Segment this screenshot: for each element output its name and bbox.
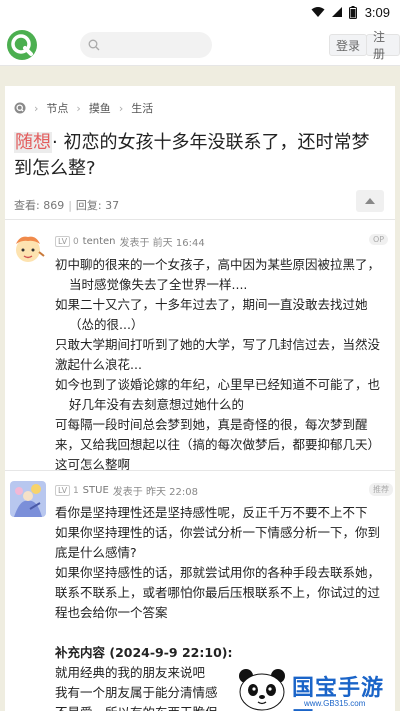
wifi-icon [311, 7, 325, 17]
reply-line: 底是什么感情? [55, 545, 137, 560]
scroll-top-button[interactable] [356, 190, 384, 212]
reply-line: 当时感觉像失去了全世界一样.... [69, 277, 248, 292]
supplement-title: 补充内容 (2024-9-9 22:10): [55, 645, 233, 660]
register-button[interactable]: 注册 [366, 30, 400, 61]
reply-line: 来，又给我回想起以往（搞的每次做梦后，都要抑郁几天） [55, 437, 381, 452]
reply-content: 初中聊的很来的一个女孩子，高中因为某些原因被拉黑了， 当时感觉像失去了全世界一样… [55, 255, 387, 475]
view-count: 查看: 869 [14, 199, 65, 212]
breadcrumb: › 节点 › 摸鱼 › 生活 [14, 100, 153, 116]
reply-line: 如果你坚持理性的话，你尝试分析一下情感分析一下，你到 [55, 525, 381, 540]
reply-header: LV 0 tenten 发表于 前天 16:44 [55, 234, 205, 249]
reply-line: 可每隔一段时间总会梦到她，真是奇怪的很，每次梦到醒 [55, 417, 368, 432]
search-input[interactable] [104, 38, 204, 52]
reply-line: 看你是坚持理性还是坚持感性呢，反正千万不要不上不下 [55, 505, 368, 520]
username[interactable]: tenten [83, 236, 116, 247]
reply-line: 程也会给你一个答案 [55, 605, 168, 620]
avatar[interactable] [10, 481, 46, 517]
search-box[interactable] [80, 32, 212, 58]
reply-line: 联系不联系上，或者哪怕你最后压根联系不上，你试过的过 [55, 585, 381, 600]
op-badge: OP [369, 234, 389, 245]
username[interactable]: STUE [83, 485, 109, 496]
reply-line: 如果你坚持感性的话，那就尝试用你的各种手段去联系她， [55, 565, 381, 580]
site-logo[interactable] [6, 29, 38, 61]
reply-item: LV 0 tenten 发表于 前天 16:44 OP 初中聊的很来的一个女孩子… [5, 220, 395, 472]
reply-count: 回复: 37 [75, 199, 120, 212]
reply-line: 激起什么浪花... [55, 357, 142, 372]
search-icon [88, 39, 100, 51]
breadcrumb-separator: › [34, 101, 39, 115]
post-stats: 查看: 869 | 回复: 37 [14, 197, 119, 213]
home-icon[interactable] [14, 102, 26, 114]
breadcrumb-item[interactable]: 摸鱼 [89, 100, 111, 116]
breadcrumb-separator: › [76, 101, 81, 115]
stats-divider: | [68, 199, 72, 212]
watermark: 国宝手游网 www.GB315.com [234, 666, 400, 711]
reply-header: LV 1 STUE 发表于 昨天 22:08 [55, 483, 198, 498]
reply-line: （怂的很...） [69, 317, 144, 332]
panda-logo-icon [239, 669, 285, 711]
user-level: LV 0 [55, 235, 79, 247]
post-time: 发表于 昨天 22:08 [112, 487, 198, 498]
breadcrumb-item[interactable]: 生活 [131, 100, 153, 116]
status-icons [311, 5, 357, 19]
watermark-url: www.GB315.com [304, 699, 366, 708]
post-time: 发表于 前天 16:44 [119, 238, 205, 249]
battery-icon [348, 5, 357, 19]
breadcrumb-separator: › [118, 101, 124, 115]
reply-line: 如果二十又六了，十多年过去了，期间一直没敢去找过她 [55, 297, 368, 312]
reply-line: 只敢大学期间打听到了她的大学，写了几封信过去，当然没 [55, 337, 381, 352]
breadcrumb-item[interactable]: 节点 [46, 100, 68, 116]
avatar[interactable] [10, 232, 46, 268]
thread-card: › 节点 › 摸鱼 › 生活 随想· 初恋的女孩十多年没联系了，还时常梦到怎么整… [5, 86, 395, 711]
top-navbar: 登录 注册 [0, 24, 400, 66]
caret-up-icon [365, 198, 375, 204]
post-title-text: · 初恋的女孩十多年没联系了，还时常梦到怎么整? [14, 132, 370, 179]
post-tag[interactable]: 随想 [14, 132, 52, 153]
reply-line: 如今也到了谈婚论嫁的年纪，心里早已经知道不可能了，也 [55, 377, 381, 392]
user-level: LV 1 [55, 484, 79, 496]
signal-icon [331, 7, 342, 17]
status-time: 3:09 [364, 4, 390, 20]
status-bar: 3:09 [0, 0, 400, 24]
reply-line: 好几年没有去刻意想过她什么的 [69, 397, 245, 412]
post-title: 随想· 初恋的女孩十多年没联系了，还时常梦到怎么整? [14, 130, 386, 182]
login-button[interactable]: 登录 [329, 34, 368, 56]
recommend-badge: 推荐 [369, 483, 393, 496]
reply-line: 初中聊的很来的一个女孩子，高中因为某些原因被拉黑了， [55, 257, 381, 272]
